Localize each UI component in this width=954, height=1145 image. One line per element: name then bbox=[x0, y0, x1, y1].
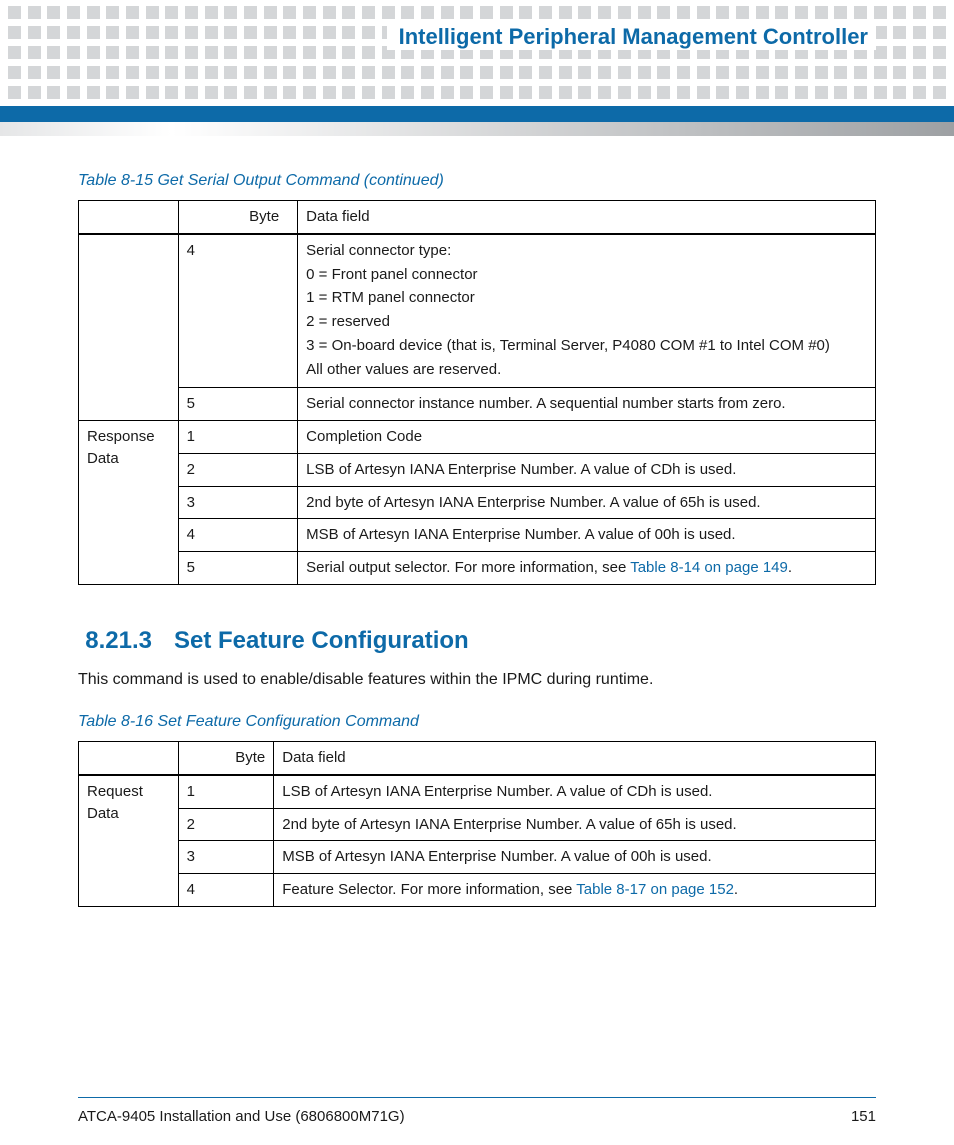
table-cell-line: 0 = Front panel connector bbox=[306, 264, 867, 286]
table-cell-group-blank bbox=[79, 234, 179, 421]
table-header-byte: Byte bbox=[178, 742, 274, 775]
table-cell-data: Serial connector type: 0 = Front panel c… bbox=[298, 234, 876, 388]
footer-page-number: 151 bbox=[851, 1108, 876, 1125]
table-cell-byte: 2 bbox=[178, 453, 298, 486]
table-cell-text: . bbox=[788, 559, 792, 576]
cross-reference-link[interactable]: Table 8-17 on page 152 bbox=[576, 881, 734, 898]
table-cell-byte: 1 bbox=[178, 775, 274, 808]
table-cell-byte: 5 bbox=[178, 552, 298, 585]
footer-doc-title: ATCA-9405 Installation and Use (6806800M… bbox=[78, 1108, 405, 1125]
table-cell-line: 1 = RTM panel connector bbox=[306, 287, 867, 309]
table-cell-byte: 4 bbox=[178, 234, 298, 388]
table-cell-line: Serial connector type: bbox=[306, 240, 867, 262]
table-cell-data: LSB of Artesyn IANA Enterprise Number. A… bbox=[274, 775, 876, 808]
table-cell-data: Serial output selector. For more informa… bbox=[298, 552, 876, 585]
table-header-blank bbox=[79, 742, 179, 775]
table-cell-byte: 4 bbox=[178, 874, 274, 907]
table-header-datafield: Data field bbox=[298, 201, 876, 234]
table-cell-byte: 1 bbox=[178, 421, 298, 454]
table-cell-group-label: Request Data bbox=[79, 775, 179, 907]
section-body-text: This command is used to enable/disable f… bbox=[78, 669, 876, 691]
header-gradient-bar bbox=[0, 122, 954, 136]
table-cell-byte: 3 bbox=[178, 486, 298, 519]
chapter-header-title: Intelligent Peripheral Management Contro… bbox=[387, 24, 876, 50]
table-cell-line: 3 = On-board device (that is, Terminal S… bbox=[306, 335, 867, 357]
table-header-byte: Byte bbox=[178, 201, 298, 234]
header-blue-bar bbox=[0, 106, 954, 122]
table-cell-byte: 3 bbox=[178, 841, 274, 874]
table-cell-data: 2nd byte of Artesyn IANA Enterprise Numb… bbox=[274, 808, 876, 841]
table-cell-text: Feature Selector. For more information, … bbox=[282, 881, 576, 898]
table-cell-group-label: Response Data bbox=[79, 421, 179, 585]
table-cell-data: LSB of Artesyn IANA Enterprise Number. A… bbox=[298, 453, 876, 486]
table-cell-text: Serial output selector. For more informa… bbox=[306, 559, 630, 576]
table-cell-data: MSB of Artesyn IANA Enterprise Number. A… bbox=[298, 519, 876, 552]
table-cell-line: All other values are reserved. bbox=[306, 359, 867, 381]
table-cell-data: Serial connector instance number. A sequ… bbox=[298, 388, 876, 421]
decorative-dot-pattern bbox=[0, 0, 954, 100]
table-cell-data: MSB of Artesyn IANA Enterprise Number. A… bbox=[274, 841, 876, 874]
table-8-16-caption: Table 8-16 Set Feature Configuration Com… bbox=[78, 713, 876, 731]
table-cell-byte: 2 bbox=[178, 808, 274, 841]
table-cell-byte: 4 bbox=[178, 519, 298, 552]
section-title: Set Feature Configuration bbox=[174, 627, 469, 655]
table-8-15-caption: Table 8-15 Get Serial Output Command (co… bbox=[78, 172, 876, 190]
section-number: 8.21.3 bbox=[78, 627, 152, 655]
cross-reference-link[interactable]: Table 8-14 on page 149 bbox=[630, 559, 788, 576]
table-cell-text: . bbox=[734, 881, 738, 898]
table-cell-line: 2 = reserved bbox=[306, 311, 867, 333]
table-8-16: Byte Data field Request Data 1 LSB of Ar… bbox=[78, 741, 876, 907]
table-8-15: Byte Data field 4 Serial connector type:… bbox=[78, 200, 876, 585]
table-cell-data: Completion Code bbox=[298, 421, 876, 454]
table-header-blank bbox=[79, 201, 179, 234]
table-cell-byte: 5 bbox=[178, 388, 298, 421]
table-cell-data: Feature Selector. For more information, … bbox=[274, 874, 876, 907]
table-cell-data: 2nd byte of Artesyn IANA Enterprise Numb… bbox=[298, 486, 876, 519]
table-header-datafield: Data field bbox=[274, 742, 876, 775]
